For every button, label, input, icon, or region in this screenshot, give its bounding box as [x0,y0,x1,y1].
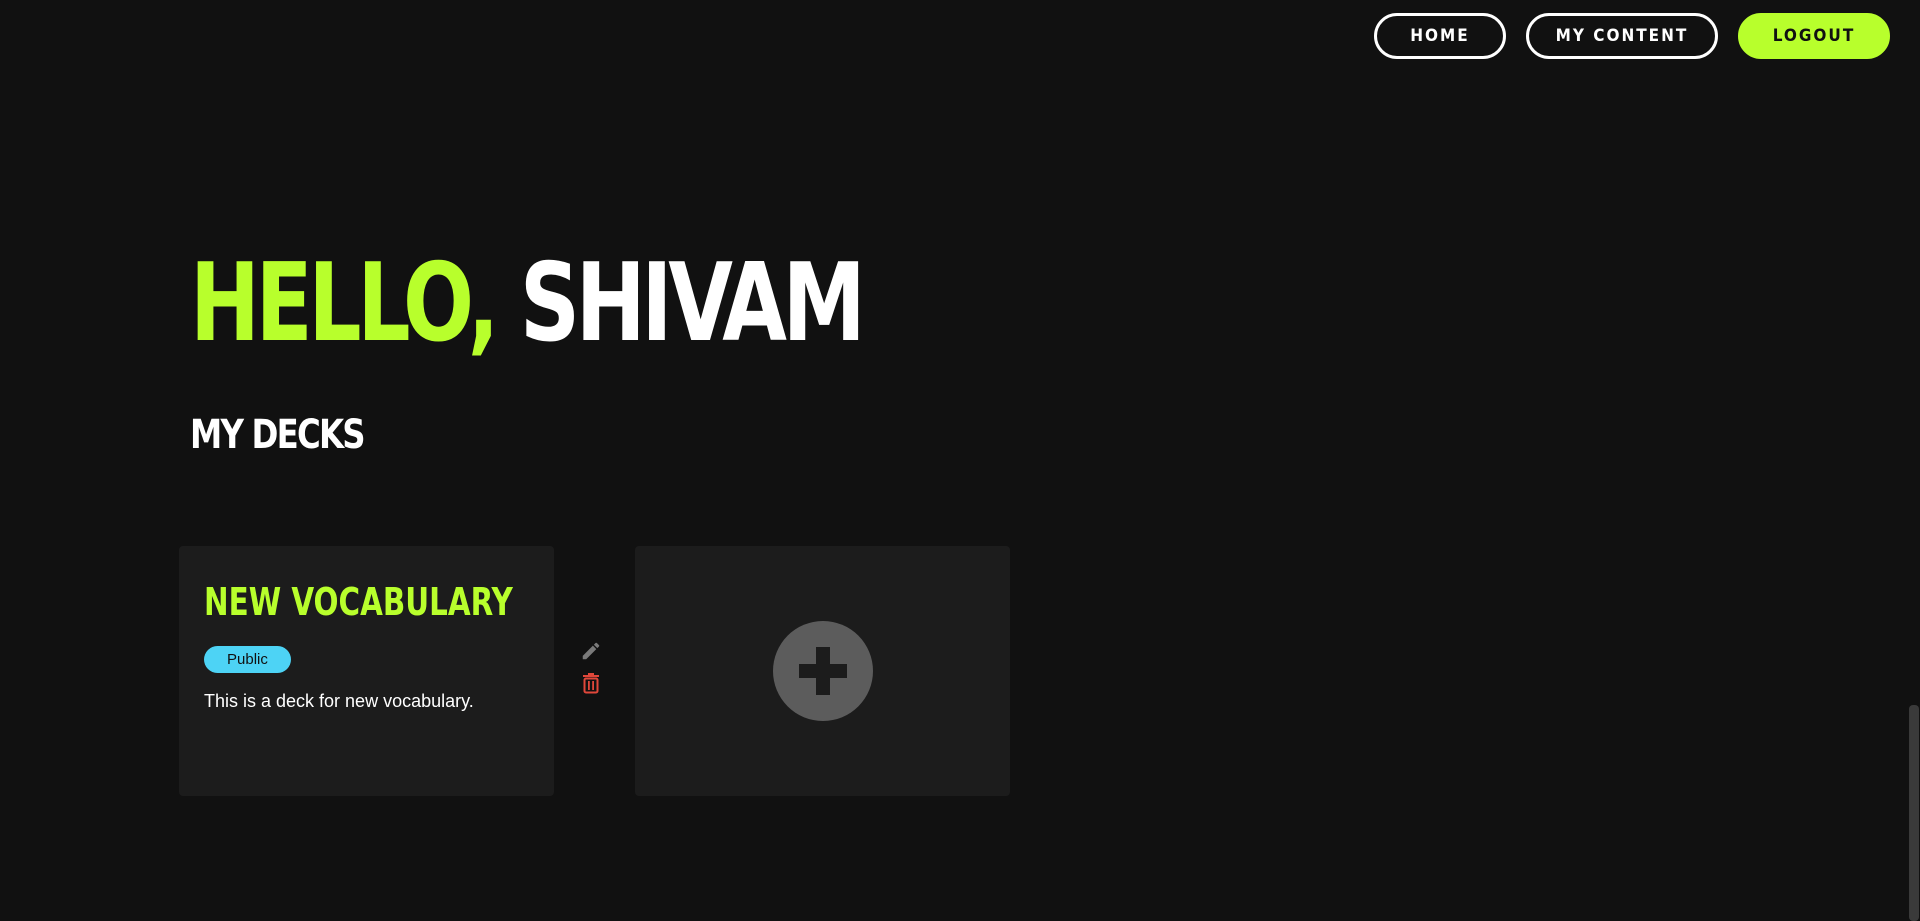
add-deck-card[interactable] [635,546,1010,796]
greeting-hello: HELLO, [190,241,499,366]
plus-icon [798,647,847,695]
scrollbar-thumb[interactable] [1909,705,1919,921]
visibility-badge: Public [204,646,291,673]
greeting-heading: HELLO, SHIVAM [190,250,866,358]
my-content-button[interactable]: MY CONTENT [1526,13,1718,59]
deck-card[interactable]: NEW VOCABULARY Public This is a deck for… [179,546,554,796]
deck-description: This is a deck for new vocabulary. [204,691,474,711]
delete-button[interactable] [578,670,604,696]
trash-icon [583,673,599,694]
pencil-icon [582,642,600,660]
my-decks-title: MY DECKS [190,412,366,458]
home-button[interactable]: HOME [1374,13,1506,59]
add-deck-button[interactable] [772,621,873,721]
deck-actions [578,638,604,696]
top-nav: HOME MY CONTENT LOGOUT [1374,13,1890,59]
scrollbar[interactable] [1908,0,1920,921]
deck-title: NEW VOCABULARY [204,580,513,624]
logout-button[interactable]: LOGOUT [1738,13,1890,59]
edit-button[interactable] [578,638,604,664]
dashboard-page: HOME MY CONTENT LOGOUT HELLO, SHIVAM MY … [0,0,1920,921]
greeting-name: SHIVAM [519,241,866,366]
